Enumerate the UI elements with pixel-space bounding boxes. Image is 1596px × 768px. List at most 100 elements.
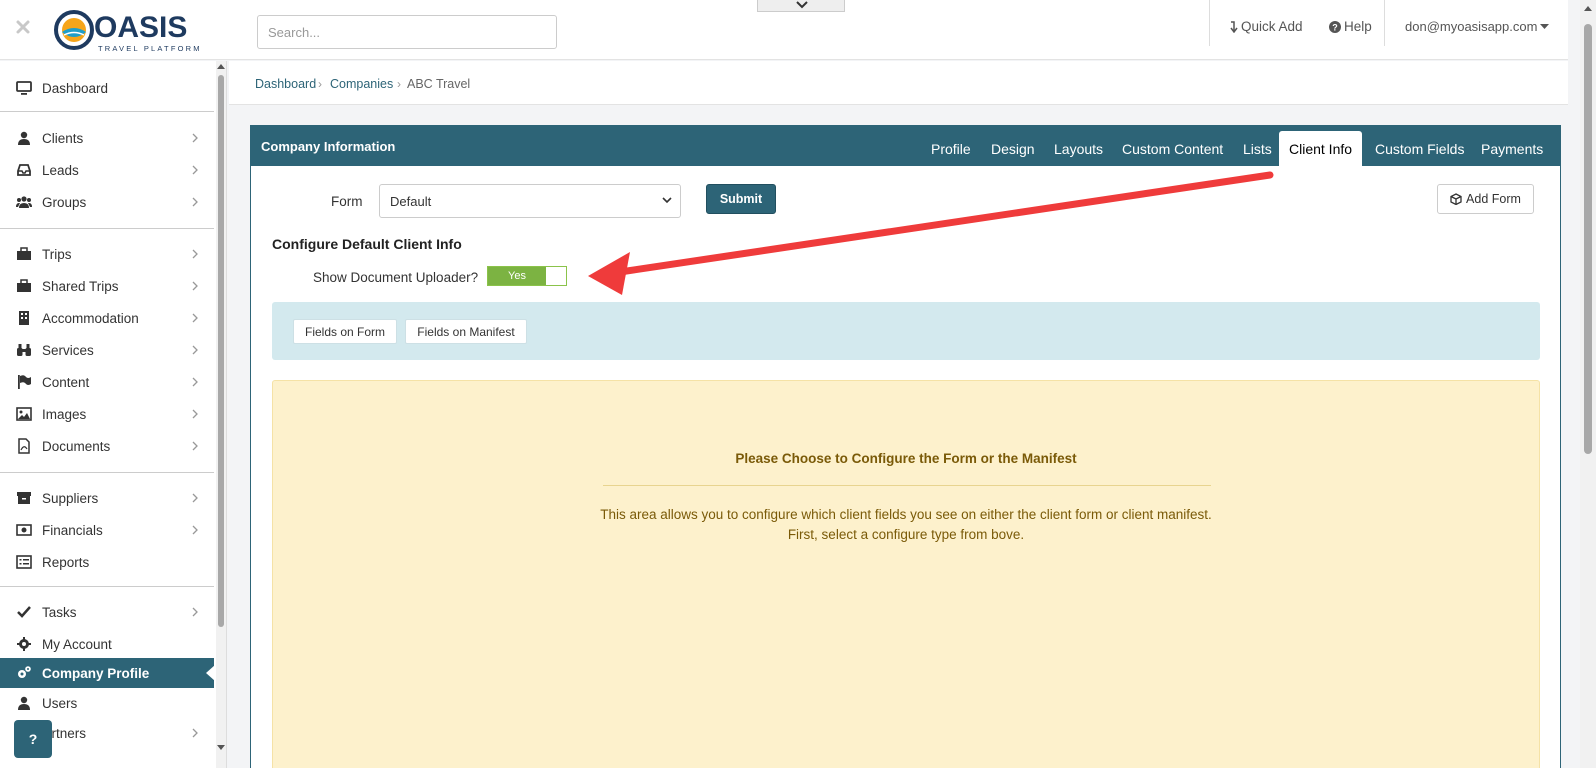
chevron-right-icon <box>192 197 198 207</box>
sidebar-item-company-profile[interactable]: Company Profile <box>0 658 215 688</box>
tab-custom-fields[interactable]: Custom Fields <box>1375 141 1464 157</box>
sidebar-item-groups[interactable]: Groups <box>0 187 214 217</box>
svg-text:?: ? <box>1332 22 1338 32</box>
divider <box>0 228 214 229</box>
sidebar-item-label: Company Profile <box>42 665 150 681</box>
tab-lists[interactable]: Lists <box>1243 141 1272 157</box>
document-uploader-toggle[interactable]: Yes <box>487 266 567 286</box>
collapse-header-tab[interactable] <box>757 0 845 12</box>
fields-on-manifest-button[interactable]: Fields on Manifest <box>405 319 527 344</box>
chevron-down-icon <box>662 197 672 204</box>
notice-title: Please Choose to Configure the Form or t… <box>735 451 1077 466</box>
sidebar-item-clients[interactable]: Clients <box>0 123 214 153</box>
inbox-icon <box>17 164 31 176</box>
chevron-right-icon <box>192 728 198 738</box>
quick-add-link[interactable]: Quick Add <box>1230 19 1303 34</box>
tab-layouts[interactable]: Layouts <box>1054 141 1103 157</box>
close-icon[interactable] <box>14 18 32 36</box>
sidebar-item-label: Dashboard <box>42 80 109 96</box>
form-label: Form <box>331 194 363 209</box>
chevron-right-icon <box>192 249 198 259</box>
tab-payments[interactable]: Payments <box>1481 141 1543 157</box>
building-icon <box>19 311 29 325</box>
search-input[interactable] <box>257 15 557 49</box>
sidebar-item-label: Shared Trips <box>42 278 119 294</box>
logo-mark-icon <box>54 10 94 50</box>
help-label: Help <box>1344 19 1372 34</box>
sidebar-item-tasks[interactable]: Tasks <box>0 597 214 627</box>
briefcase-icon <box>17 247 31 260</box>
sidebar-item-label: Documents <box>42 438 111 454</box>
tab-custom-content[interactable]: Custom Content <box>1122 141 1223 157</box>
sidebar-item-label: Services <box>42 342 94 358</box>
add-form-label: Add Form <box>1466 192 1521 206</box>
chevron-right-icon <box>192 133 198 143</box>
chevron-right-icon <box>192 493 198 503</box>
divider <box>0 472 214 473</box>
chevron-right-icon <box>192 377 198 387</box>
chevron-down-icon <box>796 1 808 9</box>
tab-design[interactable]: Design <box>991 141 1035 157</box>
divider <box>0 111 214 112</box>
help-link[interactable]: ? Help <box>1329 19 1372 34</box>
scroll-up-icon[interactable] <box>216 63 226 71</box>
form-select[interactable]: Default <box>379 184 681 218</box>
scroll-up-icon[interactable] <box>1580 4 1596 14</box>
tab-profile[interactable]: Profile <box>931 141 971 157</box>
flag-icon <box>18 375 31 389</box>
notice-line: First, select a configure type from bove… <box>787 527 1025 542</box>
panel-header: Company Information Profile Design Layou… <box>251 126 1560 166</box>
sidebar-item-label: Clients <box>42 130 84 146</box>
page-scroll-thumb[interactable] <box>1584 24 1592 454</box>
sidebar-item-my-account[interactable]: My Account <box>0 629 214 659</box>
sidebar-item-content[interactable]: Content <box>0 367 214 397</box>
sidebar-item-trips[interactable]: Trips <box>0 239 214 269</box>
archive-icon <box>17 492 31 504</box>
sidebar-item-accommodation[interactable]: Accommodation <box>0 303 214 333</box>
divider <box>0 586 214 587</box>
chevron-right-icon <box>192 281 198 291</box>
sidebar-item-financials[interactable]: Financials <box>0 515 214 545</box>
quick-add-label: Quick Add <box>1241 19 1303 34</box>
sidebar-item-dashboard[interactable]: Dashboard <box>0 73 214 103</box>
company-information-panel: Company Information Profile Design Layou… <box>250 125 1561 768</box>
sidebar-item-shared-trips[interactable]: Shared Trips <box>0 271 214 301</box>
sidebar-item-images[interactable]: Images <box>0 399 214 429</box>
question-circle-icon: ? <box>1329 20 1341 33</box>
configure-notice: Please Choose to Configure the Form or t… <box>272 380 1540 768</box>
user-menu[interactable]: don@myoasisapp.com <box>1405 19 1550 34</box>
sidebar-item-leads[interactable]: Leads <box>0 155 214 185</box>
sidebar-item-reports[interactable]: Reports <box>0 547 214 577</box>
help-widget-button[interactable]: ? <box>14 720 52 758</box>
sidebar-item-label: My Account <box>42 636 112 652</box>
oasis-logo[interactable]: OASIS TRAVEL PLATFORM <box>52 8 200 53</box>
sidebar-item-users[interactable]: Users <box>0 688 214 718</box>
toggle-label: Show Document Uploader? <box>313 270 479 285</box>
user-email: don@myoasisapp.com <box>1405 19 1538 34</box>
sidebar-item-documents[interactable]: Documents <box>0 431 214 461</box>
money-icon <box>16 524 32 536</box>
notice-divider <box>603 485 1211 486</box>
sidebar-item-services[interactable]: Services <box>0 335 214 365</box>
breadcrumb-companies[interactable]: Companies <box>330 77 393 91</box>
sidebar: Dashboard Clients Leads Groups Trips Sha… <box>0 61 227 768</box>
sidebar-item-label: Trips <box>42 246 72 262</box>
breadcrumb-dashboard[interactable]: Dashboard <box>255 77 316 91</box>
submit-button[interactable]: Submit <box>706 184 776 214</box>
chevron-right-icon <box>192 165 198 175</box>
fields-on-form-button[interactable]: Fields on Form <box>293 319 397 344</box>
sidebar-item-suppliers[interactable]: Suppliers <box>0 483 214 513</box>
logo-tagline: TRAVEL PLATFORM <box>98 44 202 53</box>
panel-title: Company Information <box>261 139 396 154</box>
scroll-down-icon[interactable] <box>216 744 226 752</box>
chevron-right-icon <box>192 345 198 355</box>
sidebar-item-label: Images <box>42 406 87 422</box>
level-down-icon <box>1230 20 1238 33</box>
sidebar-item-label: Accommodation <box>42 310 139 326</box>
add-form-button[interactable]: Add Form <box>1437 184 1534 214</box>
tab-client-info[interactable]: Client Info <box>1279 131 1363 166</box>
chevron-right-icon <box>192 313 198 323</box>
form-select-value: Default <box>390 193 432 209</box>
sidebar-scroll-thumb[interactable] <box>218 75 224 627</box>
config-type-well: Fields on Form Fields on Manifest <box>272 302 1540 360</box>
